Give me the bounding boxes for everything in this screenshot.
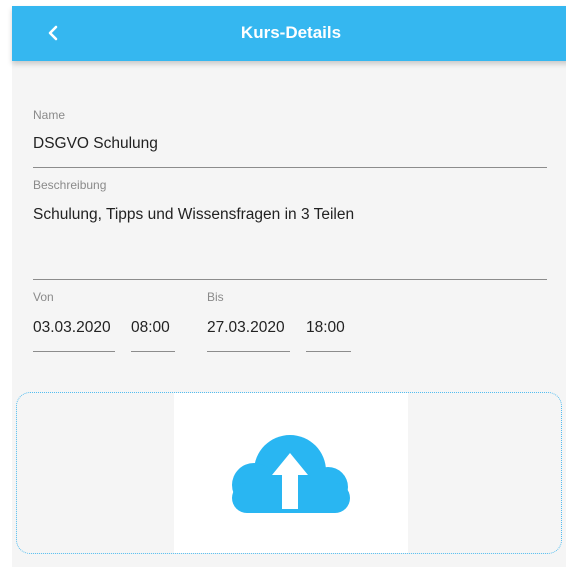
- name-label: Name: [33, 108, 66, 122]
- from-date-underline: [33, 351, 115, 352]
- upload-image-preview[interactable]: [174, 393, 408, 553]
- from-time-field[interactable]: 08:00: [131, 319, 170, 337]
- page-title: Kurs-Details: [240, 23, 342, 42]
- app-header: Kurs-Details: [12, 6, 566, 61]
- to-date-field[interactable]: 27.03.2020: [207, 319, 285, 337]
- from-label: Von: [33, 290, 54, 304]
- description-field[interactable]: Schulung, Tipps und Wissensfragen in 3 T…: [33, 206, 354, 224]
- from-date-field[interactable]: 03.03.2020: [33, 319, 111, 337]
- description-label: Beschreibung: [33, 178, 107, 192]
- name-field[interactable]: DSGVO Schulung: [33, 135, 158, 153]
- to-time-field[interactable]: 18:00: [306, 319, 345, 337]
- cloud-upload-icon: [232, 435, 350, 513]
- to-label: Bis: [207, 290, 224, 304]
- app-screen: Kurs-Details Name DSGVO Schulung Beschre…: [0, 0, 566, 567]
- to-time-underline: [306, 351, 351, 352]
- from-time-underline: [131, 351, 175, 352]
- name-field-underline: [33, 167, 547, 168]
- description-field-underline: [33, 279, 547, 280]
- to-date-underline: [207, 351, 290, 352]
